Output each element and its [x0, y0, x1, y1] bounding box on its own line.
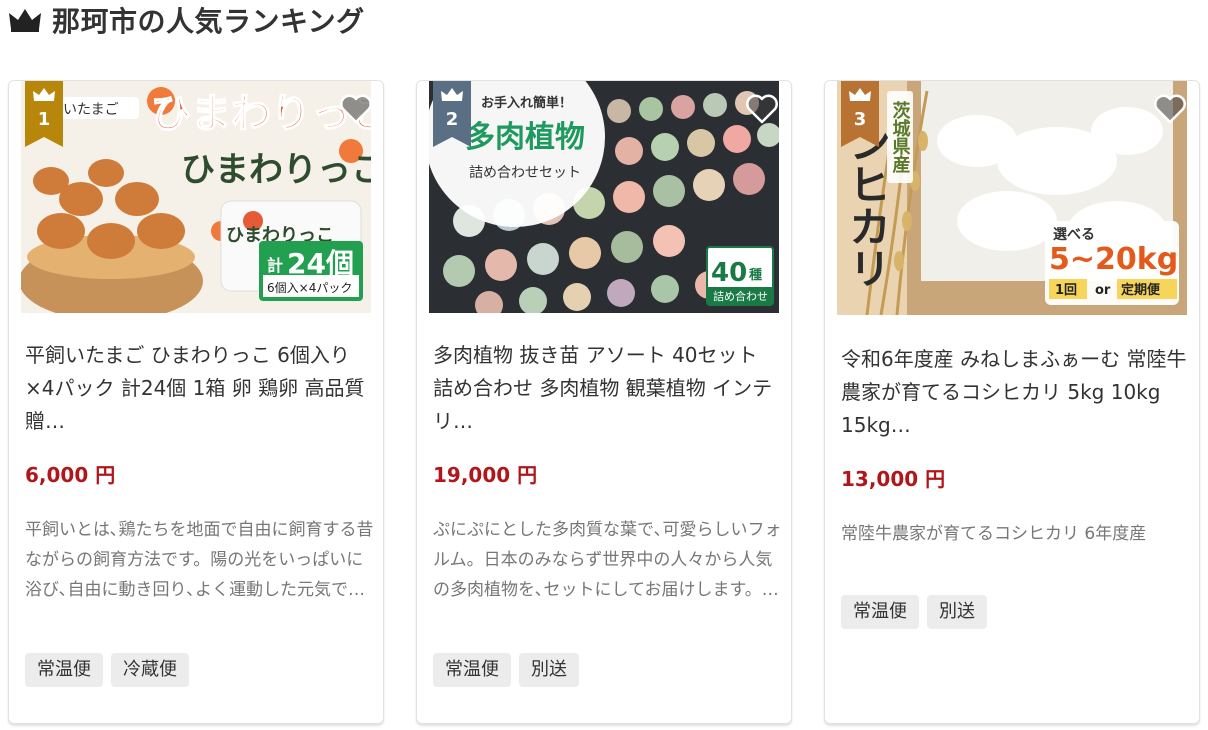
svg-text:定期便: 定期便 [1120, 282, 1161, 298]
product-price: 6,000 円 [25, 463, 116, 487]
svg-text:種: 種 [749, 267, 762, 283]
shipping-tag: 別送 [519, 653, 579, 687]
product-description: ぷにぷにとした多肉質な葉で､可愛らしいフォルム。日本のみならず世界中の人々から人… [433, 520, 782, 600]
rank-number: 1 [37, 109, 51, 130]
product-description: 平飼いとは､鶏たちを地面で自由に飼育する昔ながらの飼育方法です。陽の光をいっぱい… [25, 520, 374, 600]
rank-number: 3 [853, 109, 867, 130]
svg-text:ひまわりっこ: ひまわりっこ [181, 150, 371, 190]
shipping-tag: 常温便 [433, 653, 511, 687]
product-image[interactable]: お手入れ簡単！ 多肉植物 詰め合わせセット 40 種 詰め合わせ [429, 81, 779, 313]
svg-text:40: 40 [711, 258, 747, 288]
svg-text:詰め合わせ: 詰め合わせ [713, 289, 768, 303]
ranking-card-1[interactable]: 1 平飼いたまご ひまわりっこ ひまわりっこ ひまわりっこ 計 24個 6個入×… [8, 80, 384, 724]
rank-badge: 2 [433, 81, 471, 147]
shipping-tags: 常温便 別送 [841, 595, 987, 629]
svg-text:24個: 24個 [287, 247, 354, 280]
favorite-heart-icon[interactable] [339, 93, 373, 125]
svg-text:計: 計 [267, 256, 283, 275]
shipping-tag: 冷蔵便 [111, 653, 189, 687]
ranking-card-2[interactable]: 2 お手入れ簡単！ 多肉植物 詰め合わせセット 40 種 詰め合わせ 多肉植物 … [416, 80, 792, 724]
svg-text:選べる: 選べる [1053, 227, 1095, 243]
svg-text:or: or [1095, 283, 1111, 298]
svg-text:お手入れ簡単！: お手入れ簡単！ [481, 95, 572, 111]
svg-text:1回: 1回 [1055, 283, 1077, 298]
product-price: 19,000 円 [433, 463, 538, 487]
svg-text:多肉植物: 多肉植物 [465, 120, 585, 155]
shipping-tags: 常温便 冷蔵便 [25, 653, 189, 687]
rank-number: 2 [445, 109, 459, 130]
shipping-tag: 常温便 [841, 595, 919, 629]
shipping-tag: 別送 [927, 595, 987, 629]
section-title: 那珂市の人気ランキング [52, 5, 365, 38]
svg-text:ひまわりっこ: ひまわりっこ [151, 91, 371, 137]
product-title[interactable]: 令和6年度産 みねしまふぁーむ 常陸牛農家が育てるコシヒカリ 5kg 10kg … [841, 343, 1191, 442]
favorite-heart-icon[interactable] [745, 93, 779, 125]
ranking-card-3[interactable]: 3 茨城県産 ンヒカリ 選べる 5~20kg 1回 or 定期便 令和6年度産 … [824, 80, 1200, 724]
product-image[interactable]: 平飼いたまご ひまわりっこ ひまわりっこ ひまわりっこ 計 24個 6個入×4パ… [21, 81, 371, 313]
svg-text:5~20kg: 5~20kg [1049, 242, 1178, 277]
product-image[interactable]: 茨城県産 ンヒカリ 選べる 5~20kg 1回 or 定期便 [837, 81, 1187, 315]
section-heading: 那珂市の人気ランキング [8, 0, 365, 40]
svg-text:詰め合わせセット: 詰め合わせセット [469, 165, 581, 181]
shipping-tag: 常温便 [25, 653, 103, 687]
product-price: 13,000 円 [841, 467, 946, 491]
favorite-heart-icon[interactable] [1153, 93, 1187, 125]
shipping-tags: 常温便 別送 [433, 653, 579, 687]
product-description: 常陸牛農家が育てるコシヒカリ 6年度産 [841, 524, 1147, 544]
crown-icon [9, 9, 41, 32]
rank-badge: 3 [841, 81, 879, 147]
svg-text:6個入×4パック: 6個入×4パック [267, 281, 352, 295]
rank-badge: 1 [25, 81, 63, 147]
svg-text:茨城県産: 茨城県産 [890, 100, 911, 174]
product-title[interactable]: 平飼いたまご ひまわりっこ 6個入り×4パック 計24個 1箱 卵 鶏卵 高品質… [25, 339, 375, 438]
product-title[interactable]: 多肉植物 抜き苗 アソート 40セット 詰め合わせ 多肉植物 観葉植物 インテリ… [433, 339, 783, 438]
